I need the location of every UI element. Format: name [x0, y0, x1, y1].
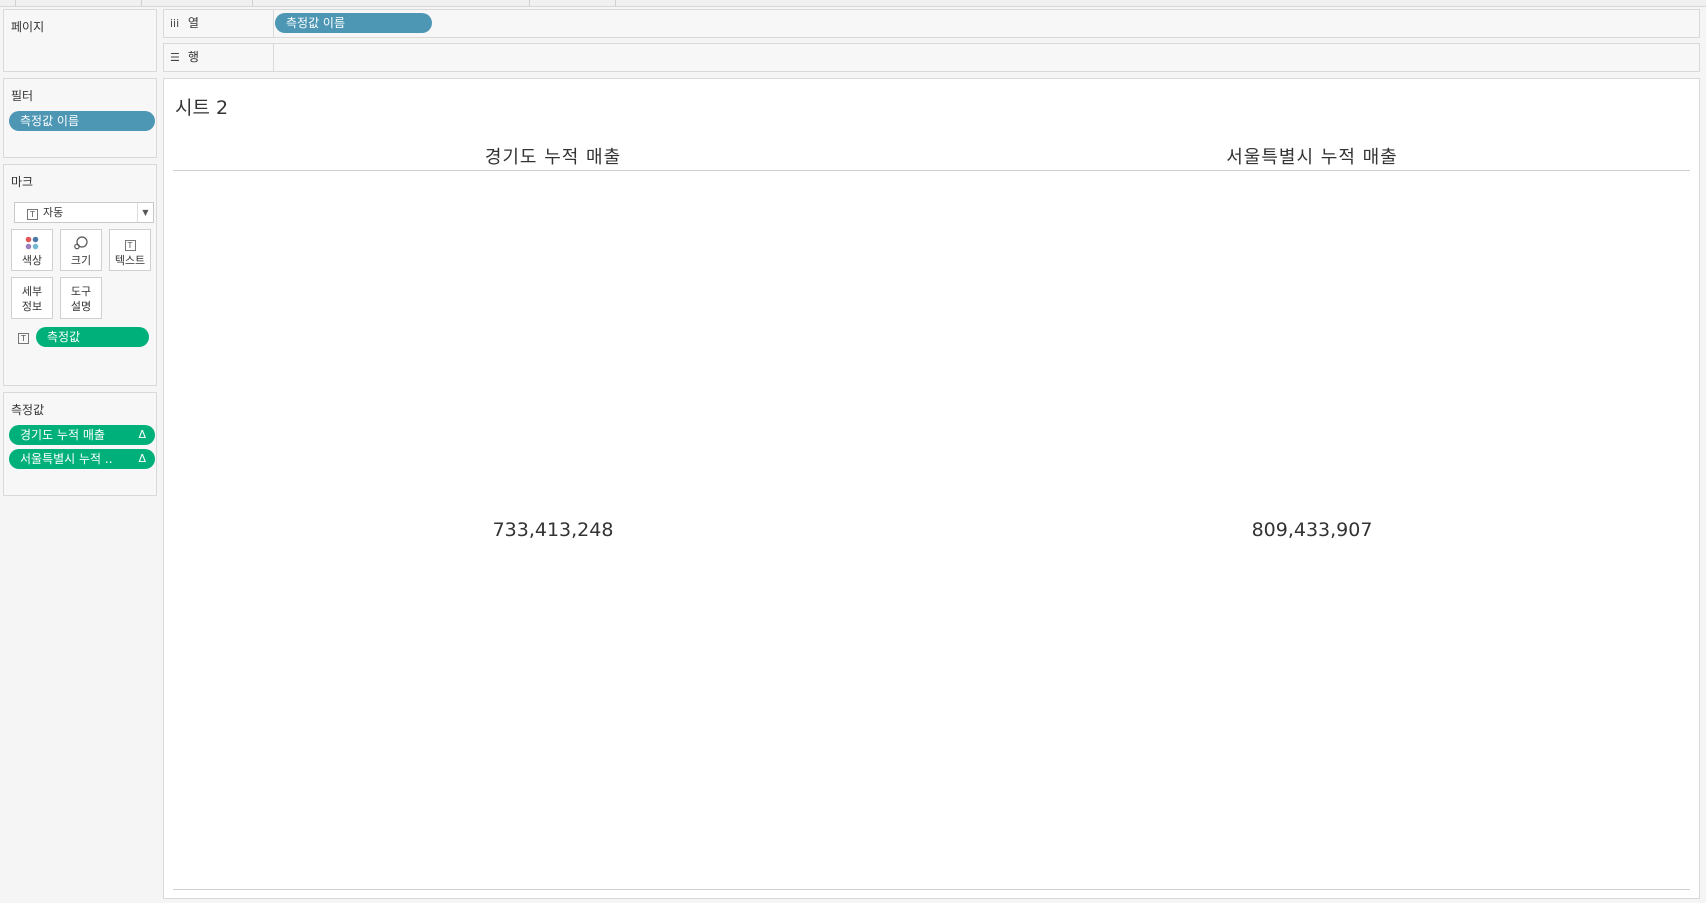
columns-label: 열 [187, 16, 199, 30]
tooltip-button[interactable]: 도구 설명 [60, 277, 102, 319]
rows-label: 행 [187, 50, 199, 64]
filters-title: 필터 [11, 89, 34, 103]
worksheet-view[interactable]: 시트 2 경기도 누적 매출 서울특별시 누적 매출 733,413,248 8… [163, 78, 1700, 899]
header-divider [173, 170, 1690, 171]
marks-card[interactable]: 마크 T 자동 ▼ 색상 크기 T 텍스트 세부 정보 도구 설명 T 측정값 [3, 164, 157, 386]
column-header-seoul[interactable]: 서울특별시 누적 매출 [932, 143, 1692, 169]
pages-title: 페이지 [11, 20, 45, 34]
text-field-icon: T [18, 333, 29, 344]
detail-label-1: 세부 [21, 285, 43, 298]
text-field-pill-label: 측정값 [47, 330, 81, 344]
filter-pill-label: 측정값 이름 [20, 114, 80, 128]
tooltip-label-1: 도구 [70, 285, 92, 298]
text-button-label: 텍스트 [114, 254, 146, 267]
mark-type-dropdown[interactable]: T 자동 ▼ [14, 202, 154, 223]
value-gyeonggi[interactable]: 733,413,248 [173, 519, 933, 541]
columns-pill-label: 측정값 이름 [286, 16, 346, 30]
chevron-down-icon[interactable]: ▼ [137, 203, 153, 222]
measure-pill-seoul[interactable]: 서울특별시 누적 .. Δ [9, 449, 155, 469]
measure-values-card[interactable]: 측정값 경기도 누적 매출 Δ 서울특별시 누적 .. Δ [3, 392, 157, 496]
measure-values-title: 측정값 [11, 403, 45, 417]
column-header-gyeonggi[interactable]: 경기도 누적 매출 [173, 143, 933, 169]
size-button[interactable]: 크기 [60, 229, 102, 271]
size-icon [61, 236, 101, 250]
tooltip-label-2: 설명 [70, 300, 92, 313]
delta-icon: Δ [138, 428, 146, 441]
text-mark-icon: T [27, 209, 38, 220]
rows-shelf[interactable]: ☰ 행 [163, 43, 1700, 72]
columns-pill-measure-names[interactable]: 측정값 이름 [275, 13, 432, 33]
filter-pill-measure-names[interactable]: 측정값 이름 [9, 111, 155, 131]
delta-icon: Δ [138, 452, 146, 465]
sheet-title[interactable]: 시트 2 [175, 93, 228, 120]
detail-label-2: 정보 [21, 300, 43, 313]
pages-card[interactable]: 페이지 [3, 9, 157, 72]
columns-icon: iii [170, 17, 180, 30]
columns-shelf[interactable]: iii 열 측정값 이름 [163, 9, 1700, 38]
measure-pill-gyeonggi[interactable]: 경기도 누적 매출 Δ [9, 425, 155, 445]
marks-title: 마크 [11, 175, 34, 189]
rows-shelf-label: ☰ 행 [164, 44, 274, 71]
color-button[interactable]: 색상 [11, 229, 53, 271]
detail-button[interactable]: 세부 정보 [11, 277, 53, 319]
rows-icon: ☰ [170, 51, 180, 64]
color-button-label: 색상 [21, 254, 43, 267]
columns-shelf-label: iii 열 [164, 10, 274, 37]
measure-pill-label: 경기도 누적 매출 [20, 428, 105, 442]
top-strip [0, 0, 1706, 7]
color-dots-icon [12, 236, 52, 250]
text-button[interactable]: T 텍스트 [109, 229, 151, 271]
text-icon: T [124, 240, 136, 251]
text-field-pill[interactable]: 측정값 [36, 327, 149, 347]
measure-pill-label: 서울특별시 누적 .. [20, 452, 113, 466]
mark-type-value: 자동 [43, 206, 64, 219]
size-button-label: 크기 [70, 254, 92, 267]
filters-card[interactable]: 필터 측정값 이름 [3, 78, 157, 158]
value-seoul[interactable]: 809,433,907 [932, 519, 1692, 541]
bottom-divider [173, 889, 1690, 890]
